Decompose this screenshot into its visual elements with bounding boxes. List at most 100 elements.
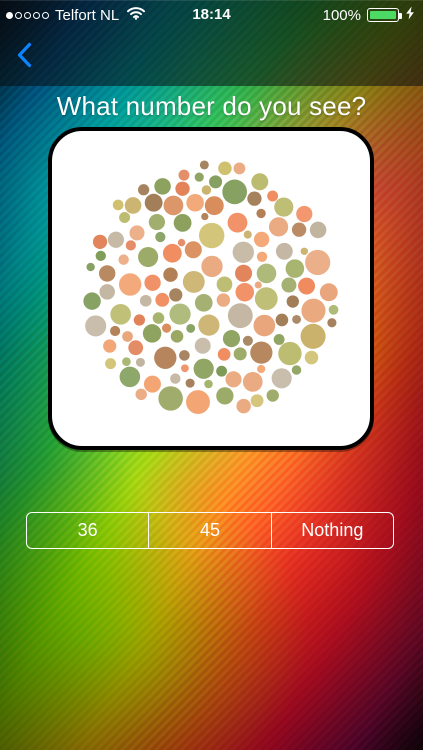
plate-dot bbox=[175, 181, 190, 196]
plate-dot bbox=[233, 347, 247, 361]
battery-icon bbox=[367, 8, 402, 22]
plate-dot bbox=[99, 284, 115, 300]
plate-dot bbox=[184, 241, 202, 259]
plate-dot bbox=[194, 337, 211, 354]
plate-dot bbox=[273, 334, 285, 345]
plate-dot bbox=[112, 199, 124, 211]
plate-dot bbox=[235, 264, 253, 282]
plate-dot bbox=[152, 312, 165, 324]
plate-dot bbox=[119, 211, 131, 224]
plate-dot bbox=[144, 274, 161, 291]
battery-percent: 100% bbox=[322, 6, 361, 24]
plate-dot bbox=[257, 364, 266, 374]
plate-dot bbox=[118, 254, 129, 265]
plate-dot bbox=[232, 241, 254, 263]
plate-dot bbox=[99, 265, 116, 282]
plate-dot bbox=[92, 234, 108, 249]
plate-dot bbox=[309, 221, 327, 239]
plate-dot bbox=[162, 243, 182, 263]
plate-dot bbox=[201, 255, 223, 278]
plate-dot bbox=[85, 315, 107, 337]
plate-dot bbox=[251, 173, 269, 191]
plate-dot bbox=[275, 242, 293, 260]
plate-dot bbox=[216, 387, 234, 405]
answer-option-nothing[interactable]: Nothing bbox=[272, 513, 393, 548]
plate-dot bbox=[194, 293, 213, 312]
plate-dot bbox=[222, 330, 241, 348]
plate-dot bbox=[181, 364, 189, 373]
plate-dot bbox=[209, 175, 223, 189]
plate-dot bbox=[124, 197, 142, 214]
plate-dot bbox=[95, 250, 106, 261]
plate-dot bbox=[253, 314, 276, 337]
plate-dot bbox=[107, 231, 125, 248]
plate-dot bbox=[138, 184, 150, 196]
plate-dot bbox=[236, 398, 251, 414]
plate-dot bbox=[182, 270, 205, 293]
plate-dot bbox=[163, 267, 178, 282]
plate-dot bbox=[198, 222, 225, 249]
plate-dot bbox=[122, 331, 133, 342]
plate-dot bbox=[254, 281, 262, 289]
chevron-left-icon bbox=[17, 42, 32, 68]
plate-dot bbox=[271, 368, 292, 389]
plate-dot bbox=[193, 358, 214, 379]
plate-dot bbox=[266, 389, 279, 402]
question-prompt: What number do you see? bbox=[56, 91, 367, 121]
ishihara-plate bbox=[74, 153, 348, 427]
plate-dot bbox=[204, 379, 213, 389]
plate-dot bbox=[155, 231, 166, 243]
plate-dot bbox=[242, 335, 253, 346]
plate-dot bbox=[128, 340, 144, 356]
navigation-bar: Telfort NL 18:14 100% bbox=[0, 0, 423, 86]
plate-dot bbox=[296, 205, 313, 223]
plate-dot bbox=[286, 295, 299, 308]
plate-dot bbox=[110, 304, 131, 325]
plate-dot bbox=[253, 231, 270, 248]
back-button[interactable] bbox=[10, 40, 38, 70]
plate-dot bbox=[216, 365, 228, 377]
plate-dot bbox=[148, 213, 165, 231]
plate-dot bbox=[267, 190, 279, 202]
plate-dot bbox=[186, 193, 204, 212]
plate-dot bbox=[216, 293, 231, 307]
plate-dot bbox=[170, 330, 184, 343]
plate-dot bbox=[227, 303, 253, 329]
plate-dot bbox=[250, 394, 264, 408]
plate-dot bbox=[242, 372, 263, 392]
plate-dot bbox=[118, 273, 142, 296]
plate-dot bbox=[304, 350, 319, 365]
plate-dot bbox=[281, 277, 297, 293]
plate-dot bbox=[169, 288, 183, 302]
plate-dot bbox=[243, 230, 252, 239]
plate-dot bbox=[138, 246, 159, 268]
answer-option-36[interactable]: 36 bbox=[27, 513, 150, 548]
plate-dot bbox=[300, 247, 309, 255]
plate-dot bbox=[177, 238, 186, 247]
plate-dot bbox=[143, 375, 161, 393]
plate-dot bbox=[274, 197, 294, 217]
plate-dot bbox=[105, 358, 117, 370]
plate-dot bbox=[162, 323, 172, 333]
plate-dot bbox=[110, 325, 121, 337]
answer-option-45[interactable]: 45 bbox=[149, 513, 272, 548]
plate-dot bbox=[163, 195, 184, 216]
plate-dot bbox=[256, 263, 277, 284]
plate-dot bbox=[198, 314, 220, 336]
plate-dot bbox=[227, 212, 248, 233]
plate-dot bbox=[125, 240, 136, 251]
plate-dot bbox=[291, 222, 307, 237]
plate-dot bbox=[135, 388, 147, 401]
plate-dot bbox=[119, 366, 141, 388]
plate-dot bbox=[173, 213, 192, 232]
charging-bolt-icon bbox=[405, 6, 415, 24]
plate-dot bbox=[154, 346, 177, 369]
plate-dot bbox=[285, 259, 305, 278]
plate-dot bbox=[233, 162, 246, 175]
plate-dot bbox=[103, 339, 117, 353]
status-bar: Telfort NL 18:14 100% bbox=[0, 0, 423, 28]
plate-dot bbox=[217, 347, 231, 361]
plate-dot bbox=[292, 314, 302, 324]
plate-dot bbox=[169, 303, 191, 325]
status-right: 100% bbox=[323, 6, 415, 24]
